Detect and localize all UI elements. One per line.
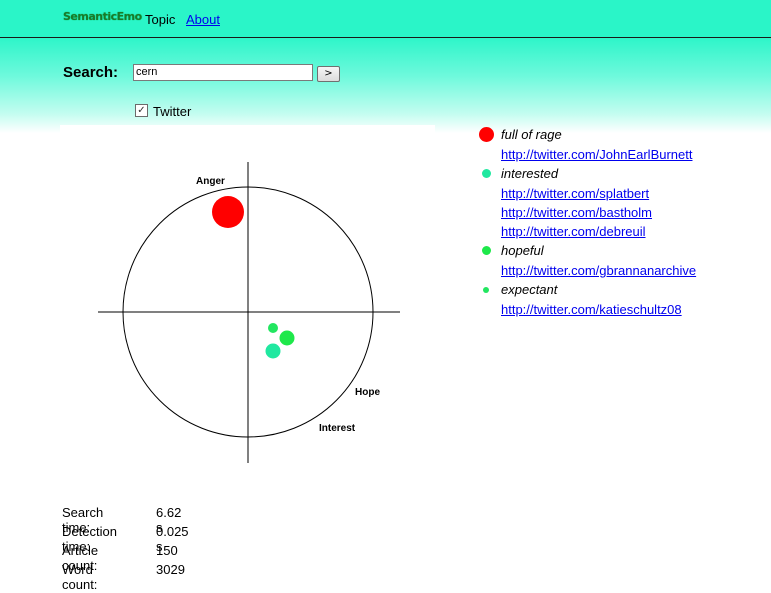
legend-link[interactable]: http://twitter.com/JohnEarlBurnett [501, 147, 692, 162]
legend-dot [479, 127, 494, 142]
legend-emotion-label: interested [501, 166, 559, 181]
legend-link[interactable]: http://twitter.com/katieschultz08 [501, 302, 682, 317]
legend-dot [482, 246, 491, 255]
legend-link[interactable]: http://twitter.com/splatbert [501, 186, 649, 201]
point-interested [265, 343, 281, 359]
nav-topic[interactable]: Topic [145, 12, 175, 27]
legend-link[interactable]: http://twitter.com/bastholm [501, 205, 652, 220]
emotion-plot: Anger Hope Interest [98, 162, 400, 463]
point-full-of-rage [212, 196, 244, 228]
legend-emotion-label: expectant [501, 282, 558, 297]
site-logo[interactable]: SemanticEmo [63, 10, 142, 23]
top-bar: SemanticEmo Topic About [0, 0, 771, 38]
nav-about-link[interactable]: About [186, 12, 220, 27]
search-area-background [0, 38, 771, 133]
legend-emotion-label: full of rage [501, 127, 562, 142]
stat-value-article-count: 150 [156, 543, 178, 558]
axis-label-anger: Anger [196, 176, 225, 187]
search-submit-button[interactable]: > [317, 66, 340, 82]
legend-link[interactable]: http://twitter.com/gbrannanarchive [501, 263, 696, 278]
stat-value-word-count: 3029 [156, 562, 185, 577]
axis-label-hope: Hope [355, 387, 380, 398]
point-expectant [268, 323, 278, 333]
legend-link[interactable]: http://twitter.com/debreuil [501, 224, 646, 239]
point-hopeful [279, 330, 295, 346]
search-input[interactable]: cern [133, 64, 313, 81]
legend-dot [482, 169, 491, 178]
legend-dot [483, 287, 489, 293]
twitter-checkbox[interactable]: ✓ [135, 104, 148, 117]
stat-label-word-count: Word count: [62, 562, 98, 592]
legend-emotion-label: hopeful [501, 243, 544, 258]
search-label: Search: [63, 64, 119, 81]
axis-label-interest: Interest [319, 423, 356, 434]
twitter-checkbox-label: Twitter [153, 104, 192, 119]
